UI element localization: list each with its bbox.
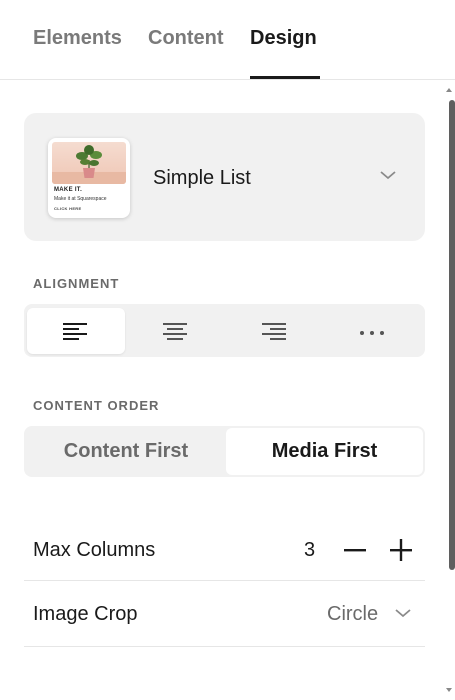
minus-icon xyxy=(344,549,366,552)
align-center-button[interactable] xyxy=(126,308,224,354)
content-order-label: CONTENT ORDER xyxy=(33,398,160,413)
align-right-icon xyxy=(262,323,286,340)
image-crop-value: Circle xyxy=(327,603,379,625)
max-columns-value: 3 xyxy=(304,539,316,561)
image-crop-label: Image Crop xyxy=(33,603,138,625)
thumbnail-headline: MAKE IT. xyxy=(54,187,83,193)
tab-content[interactable]: Content xyxy=(148,27,224,50)
plus-icon xyxy=(390,539,412,561)
alignment-control xyxy=(24,304,425,357)
layout-selector[interactable]: MAKE IT. Make it at Squarespace CLICK HE… xyxy=(24,113,425,241)
plant-image xyxy=(52,142,126,184)
more-options-icon xyxy=(360,331,384,335)
align-right-button[interactable] xyxy=(224,308,322,354)
align-left-icon xyxy=(63,323,87,340)
more-options-button[interactable] xyxy=(322,308,420,354)
chevron-down-icon xyxy=(395,609,411,618)
decrease-columns-button[interactable] xyxy=(341,536,369,564)
thumbnail-subtext: Make it at Squarespace xyxy=(54,196,107,202)
tab-elements[interactable]: Elements xyxy=(33,27,122,50)
media-first-option[interactable]: Media First xyxy=(226,428,423,475)
layout-name: Simple List xyxy=(153,167,251,189)
row-divider xyxy=(24,646,425,647)
row-divider xyxy=(24,580,425,581)
scrollbar[interactable] xyxy=(449,100,455,685)
increase-columns-button[interactable] xyxy=(387,536,415,564)
thumbnail-cta: CLICK HERE xyxy=(54,206,82,211)
tab-design[interactable]: Design xyxy=(250,27,317,50)
tab-bar: Elements Content Design xyxy=(0,0,455,80)
content-first-option[interactable]: Content First xyxy=(26,428,226,475)
chevron-down-icon xyxy=(380,171,396,180)
layout-thumbnail: MAKE IT. Make it at Squarespace CLICK HE… xyxy=(48,138,130,218)
active-tab-indicator xyxy=(250,76,320,79)
content-order-control: Content First Media First xyxy=(24,426,425,477)
alignment-label: ALIGNMENT xyxy=(33,276,120,291)
scroll-down-arrow-icon[interactable] xyxy=(446,688,452,692)
max-columns-label: Max Columns xyxy=(33,539,156,561)
align-center-icon xyxy=(163,323,187,340)
scrollbar-thumb[interactable] xyxy=(449,100,455,570)
align-left-button[interactable] xyxy=(27,308,125,354)
scroll-up-arrow-icon[interactable] xyxy=(446,88,452,92)
